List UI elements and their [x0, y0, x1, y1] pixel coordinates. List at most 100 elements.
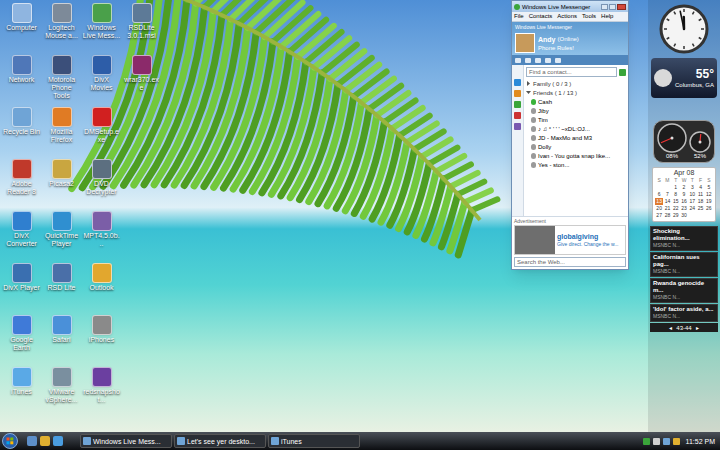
calendar-day[interactable]: 2 [680, 184, 688, 191]
calendar-day[interactable]: 10 [688, 191, 696, 198]
contact-search-field[interactable]: Find a contact... [526, 67, 617, 77]
maximize-button[interactable] [609, 4, 616, 10]
menu-item[interactable]: Tools [582, 12, 596, 21]
toolbar-icon[interactable] [545, 58, 551, 63]
taskbar-button[interactable]: Windows Live Mess... [80, 434, 172, 448]
desktop-icon[interactable]: VMware vSphere... [42, 367, 81, 419]
contact-row[interactable]: Dolly [526, 142, 626, 151]
desktop-icon[interactable]: wrar370.exe [122, 55, 161, 107]
calendar-day[interactable]: 20 [655, 205, 663, 212]
ad-banner[interactable]: globalgivingGive direct. Change the w... [514, 225, 626, 255]
calendar-day[interactable]: 14 [663, 198, 671, 205]
calendar-day[interactable]: 19 [705, 198, 713, 205]
tray-icon[interactable] [673, 438, 680, 445]
toolbar-icon[interactable] [525, 58, 531, 63]
desktop-icon[interactable]: DivX Player [2, 263, 41, 315]
toolbar-icon[interactable] [555, 58, 561, 63]
tray-clock[interactable]: 11:52 PM [686, 437, 715, 446]
calendar-day[interactable]: 1 [672, 184, 680, 191]
desktop-icon[interactable]: Adobe Reader 8 [2, 159, 41, 211]
calendar-day[interactable]: 27 [655, 212, 663, 219]
contact-row[interactable]: Yes - ston... [526, 160, 626, 169]
web-search-field[interactable]: Search the Web... [514, 257, 626, 267]
desktop-icon[interactable]: MPT4.5.0b... [82, 211, 121, 263]
calendar-day[interactable]: 25 [696, 205, 704, 212]
calendar-day[interactable]: 8 [672, 191, 680, 198]
desktop-icon[interactable]: DMSetup.exe [82, 107, 121, 159]
menu-item[interactable]: Actions [557, 12, 577, 21]
tab-icon[interactable] [514, 101, 521, 108]
tab-icon[interactable] [514, 112, 521, 119]
desktop-icon[interactable]: RSDLite 3.0.1.msi [122, 3, 161, 55]
feed-item[interactable]: 'Idol' factor aside, a...MSNBC N... [650, 304, 718, 322]
contact-row[interactable]: Jiby [526, 106, 626, 115]
contact-group[interactable]: Family ( 0 / 3 ) [526, 79, 626, 88]
calendar-day[interactable]: 11 [696, 191, 704, 198]
tray-icon[interactable] [643, 438, 650, 445]
desktop-icon[interactable]: Mozilla Firefox [42, 107, 81, 159]
desktop-icon[interactable]: DVD Decrypter [82, 159, 121, 211]
menu-item[interactable]: File [514, 12, 524, 21]
calendar-day[interactable]: 22 [672, 205, 680, 212]
close-button[interactable] [617, 4, 626, 10]
desktop-icon[interactable]: iTunes [2, 367, 41, 419]
calendar-day[interactable]: 5 [705, 184, 713, 191]
desktop-icon[interactable]: QuickTime Player [42, 211, 81, 263]
tab-icon[interactable] [514, 90, 521, 97]
desktop-icon[interactable]: Google Earth [2, 315, 41, 367]
calendar-day[interactable]: 17 [688, 198, 696, 205]
calendar-day[interactable]: 30 [680, 212, 688, 219]
tab-icon[interactable] [514, 123, 521, 130]
calendar-day[interactable]: 16 [680, 198, 688, 205]
contact-row[interactable]: Tim [526, 115, 626, 124]
calendar-day[interactable]: 18 [696, 198, 704, 205]
calendar-day[interactable]: 28 [663, 212, 671, 219]
contact-row[interactable]: JD - MaxMo and M3 [526, 133, 626, 142]
desktop-icon[interactable]: Logitech Mouse a... [42, 3, 81, 55]
calendar-day[interactable]: 29 [672, 212, 680, 219]
calendar-day[interactable]: 3 [688, 184, 696, 191]
quick-launch-icon[interactable] [27, 436, 37, 446]
desktop-icon[interactable]: redsnapshot... [82, 367, 121, 419]
tab-icon[interactable] [514, 79, 521, 86]
feed-item[interactable]: Californian sues pag...MSNBC N... [650, 252, 718, 277]
calendar-day[interactable]: 23 [680, 205, 688, 212]
calendar-day[interactable]: 9 [680, 191, 688, 198]
quick-launch-icon[interactable] [40, 436, 50, 446]
contact-row[interactable]: ♪ ♫ ° ' ' ' ~xDL:OJ... [526, 124, 626, 133]
calendar-day[interactable]: 7 [663, 191, 671, 198]
calendar-day[interactable]: 15 [672, 198, 680, 205]
desktop-icon[interactable]: Recycle Bin [2, 107, 41, 159]
desktop-icon[interactable]: Outlook [82, 263, 121, 315]
contact-row[interactable]: Cash [526, 97, 626, 106]
minimize-button[interactable] [601, 4, 608, 10]
tray-icon[interactable] [663, 438, 670, 445]
desktop-icon[interactable]: Computer [2, 3, 41, 55]
toolbar-icon[interactable] [515, 58, 521, 63]
tray-icon[interactable] [653, 438, 660, 445]
contact-group[interactable]: Friends ( 1 / 13 ) [526, 88, 626, 97]
desktop-icon[interactable]: RSD Lite [42, 263, 81, 315]
quick-launch-icon[interactable] [53, 436, 63, 446]
toolbar-icon[interactable] [535, 58, 541, 63]
calendar-day[interactable]: 6 [655, 191, 663, 198]
prev-button[interactable]: ◂ [669, 324, 672, 332]
desktop-icon[interactable]: Motorola Phone Tools [42, 55, 81, 107]
taskbar-button[interactable]: Let's see yer deskto... [174, 434, 266, 448]
desktop-icon[interactable]: DivX Converter [2, 211, 41, 263]
calendar-day[interactable]: 24 [688, 205, 696, 212]
menu-item[interactable]: Help [601, 12, 613, 21]
calendar-day[interactable]: 13 [655, 198, 663, 205]
calendar-day[interactable]: 4 [696, 184, 704, 191]
contact-row[interactable]: Ivan - You gotta snap like... [526, 151, 626, 160]
menu-item[interactable]: Contacts [529, 12, 553, 21]
feed-item[interactable]: Shocking elimination...MSNBC N... [650, 226, 718, 251]
next-button[interactable]: ▸ [696, 324, 699, 332]
desktop-icon[interactable]: Picasa2 [42, 159, 81, 211]
feed-item[interactable]: Rwanda genocide m...MSNBC N... [650, 278, 718, 303]
taskbar-button[interactable]: iTunes [268, 434, 360, 448]
add-contact-icon[interactable] [619, 69, 626, 76]
calendar-day[interactable]: 26 [705, 205, 713, 212]
desktop-icon[interactable]: iPhones [82, 315, 121, 367]
desktop-icon[interactable]: DivX Movies [82, 55, 121, 107]
